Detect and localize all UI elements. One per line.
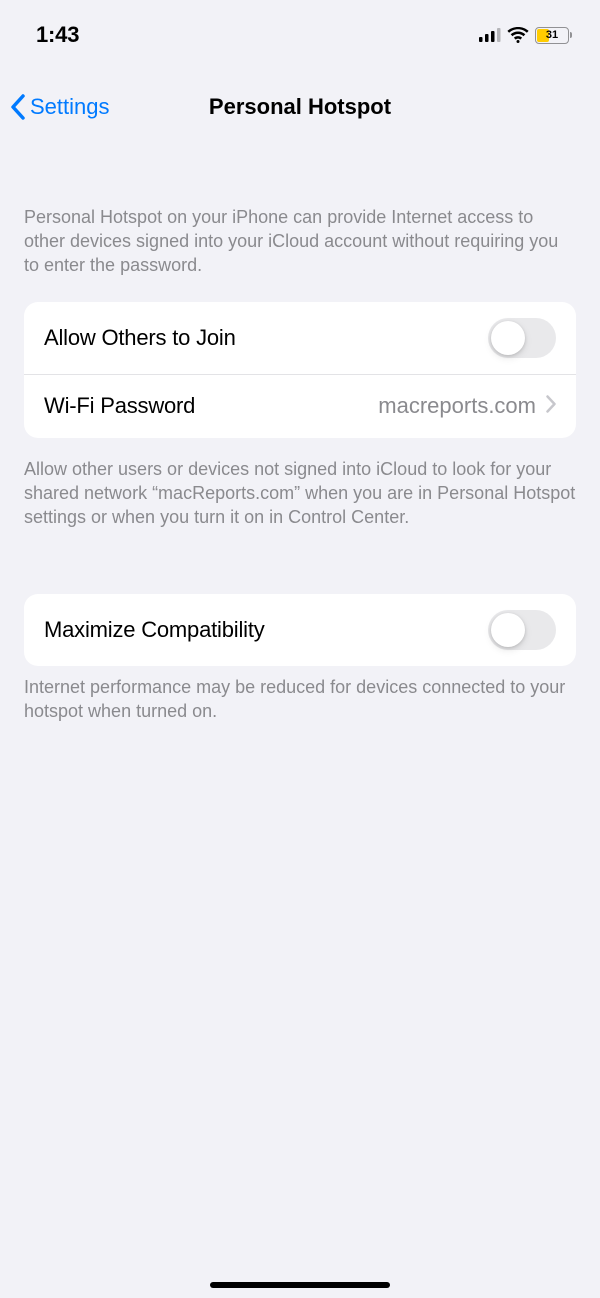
chevron-left-icon	[10, 94, 26, 120]
maximize-compatibility-row[interactable]: Maximize Compatibility	[24, 594, 576, 666]
home-indicator[interactable]	[210, 1282, 390, 1288]
cellular-signal-icon	[479, 28, 501, 42]
allow-others-description: Allow other users or devices not signed …	[0, 458, 600, 530]
chevron-right-icon	[546, 395, 556, 418]
allow-others-row[interactable]: Allow Others to Join	[24, 302, 576, 374]
back-button[interactable]: Settings	[10, 94, 110, 120]
maximize-compatibility-toggle[interactable]	[488, 610, 556, 650]
wifi-icon	[507, 27, 529, 43]
status-icons: 31	[479, 27, 572, 44]
intro-description: Personal Hotspot on your iPhone can prov…	[0, 206, 600, 278]
maximize-compatibility-description: Internet performance may be reduced for …	[0, 676, 600, 724]
allow-others-label: Allow Others to Join	[44, 325, 236, 351]
hotspot-settings-group: Allow Others to Join Wi-Fi Password macr…	[24, 302, 576, 438]
battery-percentage: 31	[536, 29, 568, 41]
allow-others-toggle[interactable]	[488, 318, 556, 358]
battery-icon: 31	[535, 27, 572, 44]
wifi-password-value: macreports.com	[378, 393, 536, 419]
maximize-compatibility-label: Maximize Compatibility	[44, 617, 265, 643]
compatibility-group: Maximize Compatibility	[24, 594, 576, 666]
wifi-password-label: Wi-Fi Password	[44, 393, 195, 419]
wifi-password-row[interactable]: Wi-Fi Password macreports.com	[24, 374, 576, 438]
toggle-knob	[491, 321, 525, 355]
status-time: 1:43	[36, 22, 79, 48]
back-label: Settings	[30, 94, 110, 120]
navigation-bar: Settings Personal Hotspot	[0, 76, 600, 138]
status-bar: 1:43 31	[0, 0, 600, 52]
toggle-knob	[491, 613, 525, 647]
